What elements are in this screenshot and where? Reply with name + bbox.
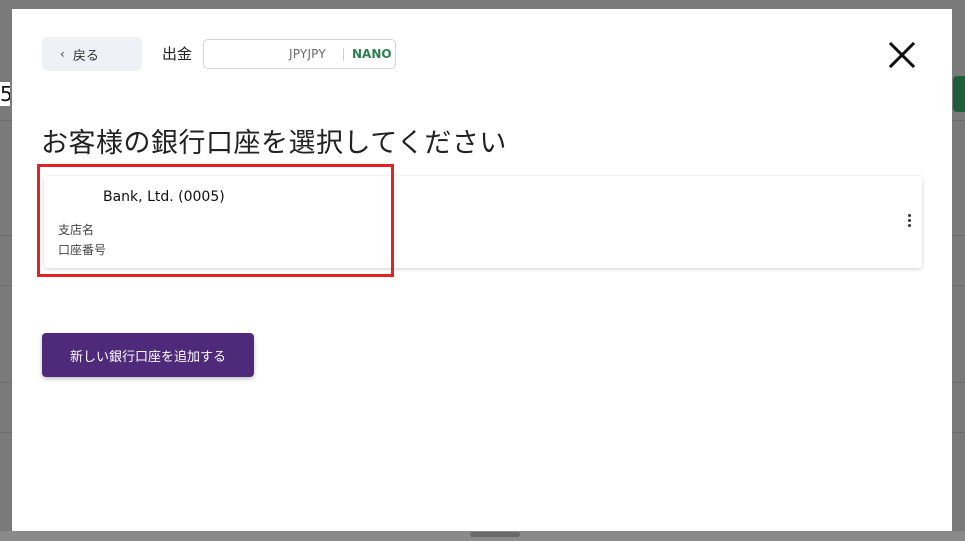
background-action-button (953, 76, 965, 112)
more-vertical-icon (906, 214, 912, 227)
branch-name-label: 支店名 (58, 223, 95, 237)
currency-separator (343, 48, 344, 61)
close-button[interactable] (884, 37, 920, 73)
amount-input[interactable] (204, 40, 286, 70)
bank-account-card[interactable]: Bank, Ltd. (0005) 支店名 口座番号 (44, 176, 922, 268)
background-partial-text: 5 (0, 82, 10, 106)
add-bank-account-button[interactable]: 新しい銀行口座を追加する (42, 333, 254, 377)
chevron-left-icon: ‹ (60, 47, 65, 61)
back-button-label: 戻る (72, 48, 99, 64)
account-number-label: 口座番号 (58, 243, 107, 257)
currency-code: JPYJPY (289, 47, 326, 61)
withdraw-currency-selector[interactable]: JPYJPY NANO (203, 39, 396, 70)
close-icon (888, 41, 916, 69)
more-options-button[interactable] (906, 214, 912, 230)
network-label: NANO (352, 47, 392, 61)
page-title: お客様の銀行口座を選択してください (41, 128, 507, 159)
select-bank-account-modal: ‹ 戻る 出金 JPYJPY NANO お客様の銀行口座を選択してください Ba… (12, 9, 952, 531)
withdraw-label: 出金 (162, 45, 193, 63)
background-scroll-indicator (470, 532, 520, 537)
back-button[interactable]: ‹ 戻る (42, 37, 142, 71)
bank-name: Bank, Ltd. (0005) (103, 189, 225, 205)
